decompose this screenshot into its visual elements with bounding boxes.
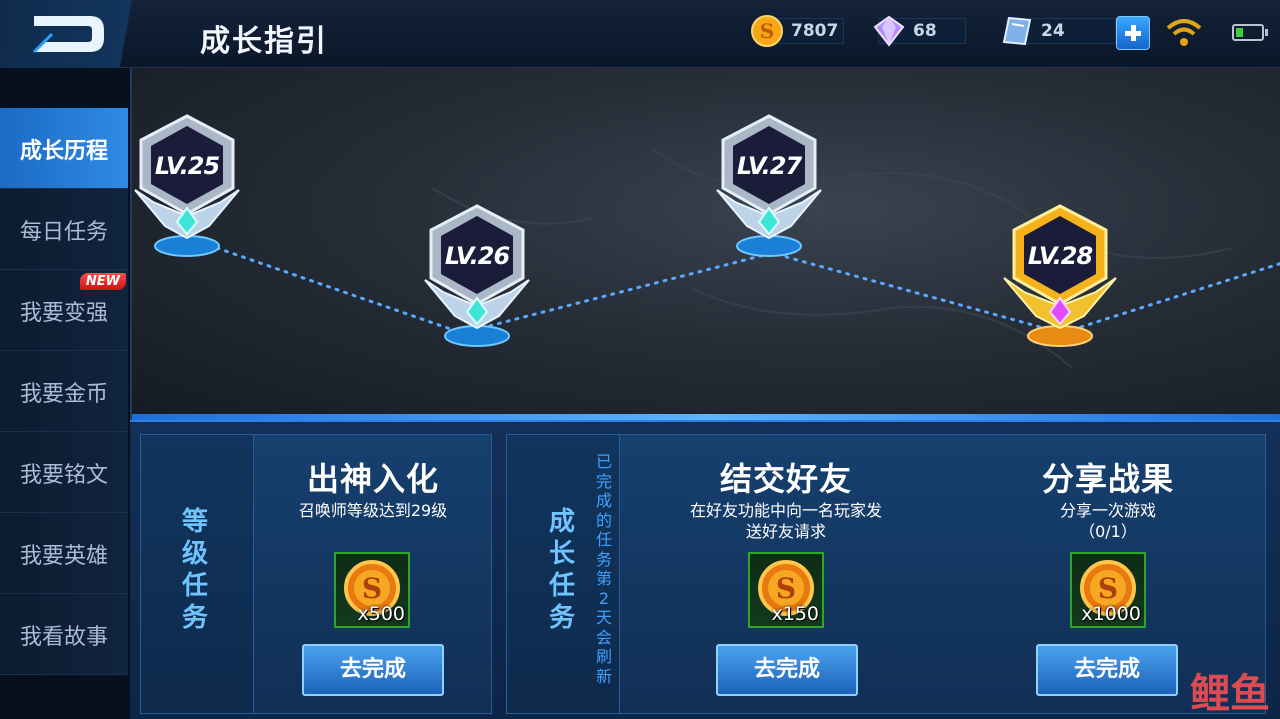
sidebar-item-label: 每日任务 xyxy=(19,220,108,245)
gold-currency: S 7807 xyxy=(750,15,844,47)
task-description-line: 分享一次游戏 xyxy=(1059,501,1156,520)
top-bar: 成长指引 S 7807 68 24 xyxy=(0,0,1280,68)
go-complete-button[interactable]: 去完成 xyxy=(716,644,858,696)
level-node-27[interactable]: LV.27 xyxy=(699,108,839,258)
go-complete-button[interactable]: 去完成 xyxy=(302,644,444,696)
growth-task-section-label: 成 长 任 务 xyxy=(542,506,582,634)
level-label: LV.26 xyxy=(444,242,510,270)
sidebar-item-stories[interactable]: 我看故事 xyxy=(0,594,128,675)
back-button[interactable] xyxy=(0,0,175,68)
coupon-currency: 24 xyxy=(1000,16,1116,46)
watermark-logo: 鲤鱼 xyxy=(1190,671,1270,717)
label-char: 长 xyxy=(548,539,575,569)
sidebar-item-daily-tasks[interactable]: 每日任务 xyxy=(0,189,128,270)
note-char: 2 xyxy=(598,588,610,608)
svg-text:S: S xyxy=(776,572,796,605)
task-title: 结交好友 xyxy=(719,460,852,498)
task-title: 分享战果 xyxy=(1041,460,1174,498)
level-label: LV.25 xyxy=(154,152,220,180)
task-description: 分享一次游戏 （0/1） xyxy=(950,500,1266,542)
note-char: 刷 xyxy=(595,647,612,666)
sidebar: 成长历程 每日任务 NEW 我要变强 我要金币 我要铭文 我要英雄 我看故事 xyxy=(0,108,128,719)
svg-text:S: S xyxy=(1098,572,1118,605)
diamond-currency: 68 xyxy=(872,15,966,47)
sidebar-item-label: 我看故事 xyxy=(19,625,108,650)
battery-icon xyxy=(1232,24,1268,41)
sidebar-item-heroes[interactable]: 我要英雄 xyxy=(0,513,128,594)
note-char: 任 xyxy=(595,530,612,549)
note-char: 天 xyxy=(595,608,612,627)
reward-quantity: x500 xyxy=(357,603,405,625)
go-complete-button[interactable]: 去完成 xyxy=(1036,644,1178,696)
label-char: 任 xyxy=(548,571,575,601)
level-node-25[interactable]: LV.25 xyxy=(132,108,257,258)
note-char: 的 xyxy=(595,510,612,530)
label-char: 务 xyxy=(181,603,208,633)
task-card-make-friends: 结交好友 在好友功能中向一名玩家发 送好友请求 S x150 去完成 xyxy=(630,434,942,714)
note-char: 会 xyxy=(595,627,612,647)
svg-text:S: S xyxy=(760,19,774,43)
label-char: 任 xyxy=(181,571,208,601)
sidebar-item-label: 我要变强 xyxy=(19,301,108,326)
task-description-line: 送好友请求 xyxy=(745,522,826,541)
sidebar-item-growth-history[interactable]: 成长历程 xyxy=(0,108,128,189)
level-path-map: LV.25 LV.26 LV.27 LV.28 xyxy=(130,68,1280,420)
level-node-26[interactable]: LV.26 xyxy=(407,198,547,348)
silver-rank-badge-icon xyxy=(424,204,530,347)
sidebar-item-label: 成长历程 xyxy=(19,139,108,164)
label-char: 务 xyxy=(548,603,575,633)
refresh-note: 已 完 成 的 任 务 第 2 天 会 刷 新 xyxy=(594,452,614,686)
level-label: LV.28 xyxy=(1027,242,1093,270)
reward-gold: S x1000 xyxy=(1070,552,1146,628)
page-title: 成长指引 xyxy=(200,24,328,59)
level-task-section-label: 等 级 任 务 xyxy=(175,506,215,634)
note-char: 务 xyxy=(595,549,612,569)
reward-quantity: x150 xyxy=(771,603,819,625)
task-progress: （0/1） xyxy=(1079,522,1137,541)
sidebar-item-get-gold[interactable]: 我要金币 xyxy=(0,351,128,432)
note-char: 完 xyxy=(595,471,612,491)
sidebar-item-inscriptions[interactable]: 我要铭文 xyxy=(0,432,128,513)
silver-rank-badge-icon xyxy=(134,114,240,257)
sidebar-item-label: 我要铭文 xyxy=(19,463,108,488)
gold-rank-badge-icon xyxy=(1003,204,1117,347)
diamond-icon xyxy=(873,15,905,47)
gold-coin-icon: S xyxy=(751,15,783,47)
task-description: 在好友功能中向一名玩家发 送好友请求 xyxy=(630,500,942,542)
task-title: 出神入化 xyxy=(306,460,439,498)
level-node-28-current[interactable]: LV.28 xyxy=(990,198,1130,348)
reward-gold: S x150 xyxy=(748,552,824,628)
wifi-icon xyxy=(1166,19,1202,46)
note-char: 第 xyxy=(595,569,612,588)
level-label: LV.27 xyxy=(736,152,802,180)
label-char: 等 xyxy=(181,507,208,537)
recharge-plus-button[interactable] xyxy=(1116,16,1150,50)
coupon-card-icon xyxy=(1002,16,1032,46)
sidebar-item-label: 我要金币 xyxy=(19,382,108,407)
task-card-level: 出神入化 召唤师等级达到29级 S x500 去完成 xyxy=(254,434,492,714)
back-arrow-icon xyxy=(32,16,104,54)
silver-rank-badge-icon xyxy=(716,114,822,257)
reward-gold: S x500 xyxy=(334,552,410,628)
note-char: 新 xyxy=(595,666,612,686)
sidebar-item-label: 我要英雄 xyxy=(19,544,108,569)
note-char: 已 xyxy=(595,452,612,471)
task-description: 召唤师等级达到29级 xyxy=(298,501,448,520)
sidebar-item-get-stronger[interactable]: NEW 我要变强 xyxy=(0,270,128,351)
new-badge: NEW xyxy=(79,273,126,290)
label-char: 成 xyxy=(548,507,575,537)
label-char: 级 xyxy=(181,539,208,569)
svg-text:S: S xyxy=(362,572,382,605)
task-description-line: 在好友功能中向一名玩家发 xyxy=(689,501,882,520)
task-panel: 等 级 任 务 出神入化 召唤师等级达到29级 S x500 去完成 成 长 任… xyxy=(130,420,1280,719)
note-char: 成 xyxy=(595,491,612,510)
reward-quantity: x1000 xyxy=(1081,603,1141,625)
